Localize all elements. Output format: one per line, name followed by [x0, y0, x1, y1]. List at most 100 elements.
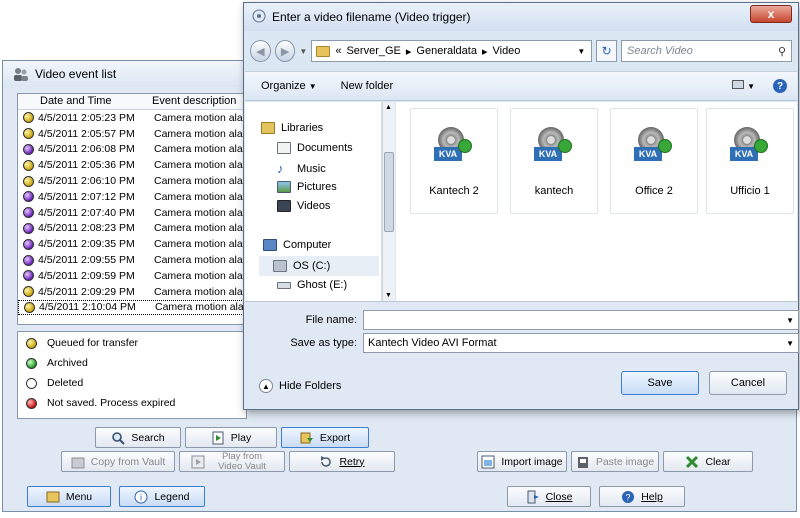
save-as-type-label: Save as type: [290, 337, 357, 349]
file-item[interactable]: KVA Office 2 [610, 108, 698, 214]
nav-item-computer[interactable]: Computer [263, 239, 331, 251]
help-button[interactable]: ? Help [599, 486, 685, 507]
nav-item-documents[interactable]: Documents [277, 142, 353, 154]
legend-button[interactable]: i Legend [119, 486, 205, 507]
nav-item-pictures[interactable]: Pictures [277, 181, 337, 193]
kva-video-file-icon: KVA [434, 127, 474, 171]
row-datetime: 4/5/2011 2:09:55 PM [38, 254, 135, 267]
row-datetime: 4/5/2011 2:05:57 PM [38, 127, 135, 140]
red-status-icon [26, 397, 37, 409]
nav-item-videos[interactable]: Videos [277, 200, 330, 212]
nav-item-libraries[interactable]: Libraries [261, 122, 323, 134]
dialog-close-button[interactable]: x [750, 5, 792, 23]
history-dropdown-icon[interactable]: ▼ [299, 47, 307, 56]
breadcrumb-video[interactable]: Video [492, 45, 520, 57]
row-description: Camera motion ala [154, 159, 243, 172]
table-row[interactable]: 4/5/2011 2:05:36 PM Camera motion ala [18, 157, 246, 173]
cancel-button[interactable]: Cancel [709, 371, 787, 395]
row-description: Camera motion ala [154, 254, 243, 267]
address-dropdown-icon[interactable]: ▼ [577, 47, 585, 56]
row-datetime: 4/5/2011 2:05:36 PM [38, 159, 135, 172]
file-item[interactable]: KVA kantech [510, 108, 598, 214]
breadcrumb-overflow[interactable]: « [335, 45, 341, 57]
hide-folders-toggle[interactable]: ▲ Hide Folders [259, 379, 341, 393]
help-icon[interactable]: ? [773, 79, 787, 93]
table-row[interactable]: 4/5/2011 2:10:04 PM Camera motion ala [18, 299, 246, 316]
table-row[interactable]: 4/5/2011 2:09:55 PM Camera motion ala [18, 252, 246, 268]
play-button[interactable]: Play [185, 427, 277, 448]
paste-icon [576, 455, 590, 469]
row-datetime: 4/5/2011 2:08:23 PM [38, 222, 135, 235]
svg-text:i: i [140, 492, 142, 502]
close-button[interactable]: Close [507, 486, 591, 507]
search-icon[interactable]: ⚲ [778, 45, 786, 58]
export-icon [300, 431, 314, 445]
nav-item-music[interactable]: ♪ Music [277, 161, 326, 176]
refresh-button[interactable]: ↻ [596, 40, 617, 62]
copy-from-vault-button[interactable]: Copy from Vault [61, 451, 175, 472]
back-button[interactable]: ◀ [250, 40, 271, 62]
nav-item-os-c[interactable]: OS (C:) [259, 256, 379, 276]
new-folder-button[interactable]: New folder [341, 80, 394, 92]
column-header-datetime[interactable]: Date and Time [18, 94, 146, 109]
table-row[interactable]: 4/5/2011 2:09:59 PM Camera motion ala [18, 268, 246, 284]
save-button[interactable]: Save [621, 371, 699, 395]
chevron-up-icon: ▲ [259, 379, 273, 393]
scroll-up-icon[interactable]: ▲ [385, 104, 392, 111]
file-name: Office 2 [635, 185, 673, 197]
save-as-type-row: Save as type: Kantech Video AVI Format ▼ [251, 333, 799, 353]
column-header-description[interactable]: Event description [146, 94, 236, 109]
search-button[interactable]: Search [95, 427, 181, 448]
table-row[interactable]: 4/5/2011 2:05:57 PM Camera motion ala [18, 126, 246, 142]
users-icon [13, 67, 29, 81]
save-as-type-select[interactable]: Kantech Video AVI Format ▼ [363, 333, 799, 353]
chevron-down-icon[interactable]: ▼ [786, 316, 794, 325]
address-bar[interactable]: « Server_GE ▸ Generaldata ▸ Video ▼ [311, 40, 593, 62]
purple-status-icon [23, 270, 34, 282]
file-item[interactable]: KVA Kantech 2 [410, 108, 498, 214]
scroll-down-icon[interactable]: ▼ [385, 292, 392, 299]
scroll-thumb[interactable] [384, 152, 394, 232]
chevron-down-icon[interactable]: ▼ [786, 339, 794, 348]
table-row[interactable]: 4/5/2011 2:05:23 PM Camera motion ala [18, 110, 246, 126]
table-row[interactable]: 4/5/2011 2:09:29 PM Camera motion ala [18, 284, 246, 300]
nav-item-ghost-e[interactable]: Ghost (E:) [277, 279, 347, 291]
menu-button[interactable]: Menu [27, 486, 111, 507]
dialog-toolbar: Organize ▼ New folder ▼ ? [245, 71, 797, 101]
export-button[interactable]: Export [281, 427, 369, 448]
table-row[interactable]: 4/5/2011 2:09:35 PM Camera motion ala [18, 236, 246, 252]
event-table[interactable]: Date and Time Event description 4/5/2011… [17, 93, 247, 325]
play-from-video-vault-button[interactable]: Play from Video Vault [179, 451, 285, 472]
forward-button[interactable]: ▶ [274, 40, 296, 62]
row-datetime: 4/5/2011 2:07:40 PM [38, 206, 135, 219]
search-input[interactable]: Search Video ⚲ [621, 40, 792, 62]
navigation-scrollbar[interactable]: ▲ ▼ [382, 102, 395, 301]
retry-button[interactable]: Retry [289, 451, 395, 472]
table-row[interactable]: 4/5/2011 2:07:40 PM Camera motion ala [18, 205, 246, 221]
row-datetime: 4/5/2011 2:06:08 PM [38, 143, 135, 156]
chevron-down-icon: ▼ [308, 82, 317, 91]
file-name-label: File name: [305, 314, 357, 326]
breadcrumb-generaldata[interactable]: Generaldata [416, 45, 477, 57]
menu-icon [46, 490, 60, 504]
view-options-button[interactable]: ▼ [732, 80, 755, 92]
back-arrow-icon: ◀ [256, 45, 265, 58]
breadcrumb-separator-icon: ▸ [405, 45, 412, 58]
info-icon: i [134, 490, 148, 504]
dialog-title: Enter a video filename (Video trigger) [272, 10, 471, 24]
file-item[interactable]: KVA Ufficio 1 [706, 108, 794, 214]
import-image-button[interactable]: Import image [477, 451, 567, 472]
yellow-status-icon [23, 112, 34, 124]
row-datetime: 4/5/2011 2:09:35 PM [38, 238, 135, 251]
table-row[interactable]: 4/5/2011 2:07:12 PM Camera motion ala [18, 189, 246, 205]
paste-image-button[interactable]: Paste image [571, 451, 659, 472]
file-name-input[interactable]: ▼ [363, 310, 799, 330]
table-row[interactable]: 4/5/2011 2:08:23 PM Camera motion ala [18, 221, 246, 237]
organize-menu[interactable]: Organize ▼ [261, 80, 317, 92]
table-row[interactable]: 4/5/2011 2:06:10 PM Camera motion ala [18, 173, 246, 189]
breadcrumb-server-ge[interactable]: Server_GE [346, 45, 400, 57]
drive-icon [277, 281, 291, 289]
table-row[interactable]: 4/5/2011 2:06:08 PM Camera motion ala [18, 142, 246, 158]
row-datetime: 4/5/2011 2:09:59 PM [38, 269, 135, 282]
clear-button[interactable]: Clear [663, 451, 753, 472]
